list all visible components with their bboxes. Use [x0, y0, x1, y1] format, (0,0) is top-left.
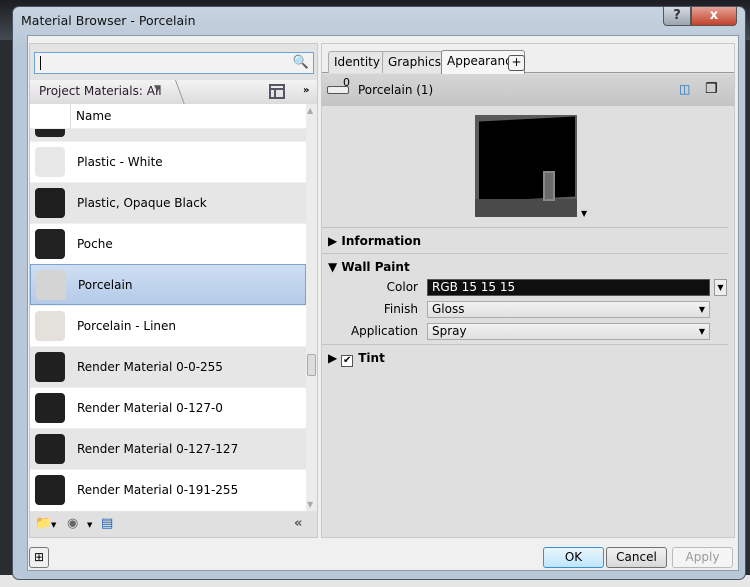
finish-value: Gloss [432, 302, 465, 316]
scroll-down-icon[interactable]: ▼ [307, 500, 313, 509]
chevron-down-icon[interactable]: ▼ [154, 84, 161, 94]
application-label: Application [350, 324, 418, 338]
breadcrumb-separator [164, 80, 185, 104]
divider [322, 227, 728, 228]
list-item[interactable]: Render Material 0-191-255 [30, 469, 306, 510]
material-swatch [35, 393, 65, 423]
section-tint[interactable]: ▶ ✔ Tint [328, 351, 385, 367]
application-select[interactable]: Spray ▼ [427, 323, 710, 340]
asset-name: Porcelain (1) [358, 83, 434, 97]
chevron-down-icon: ▼ [698, 305, 705, 314]
list-item[interactable]: Poche [30, 223, 306, 264]
list-item[interactable]: Plastic, Opaque Black [30, 182, 306, 223]
color-dropdown-button[interactable]: ▼ [714, 279, 727, 296]
replace-asset-icon[interactable]: ◫ [679, 82, 690, 96]
scroll-thumb[interactable] [307, 354, 316, 376]
chevron-down-icon: ▼ [698, 327, 705, 336]
view-options-icon[interactable] [269, 84, 285, 99]
preview-wall [479, 116, 575, 202]
material-name: Poche [77, 237, 113, 251]
material-name: Porcelain - Linen [77, 319, 176, 333]
section-wall-paint[interactable]: ▼ Wall Paint [328, 260, 410, 274]
material-swatch [35, 475, 65, 505]
list-item[interactable]: Plastic - White [30, 141, 306, 182]
list-item[interactable]: Render Material 0-0-255 [30, 346, 306, 387]
library-breadcrumb: Project Materials: All ▼ » [30, 80, 317, 104]
duplicate-asset-icon[interactable]: ❐ [705, 81, 718, 97]
material-name: Plastic, Opaque Black [77, 196, 207, 210]
text-caret [40, 56, 41, 70]
library-folder-icon[interactable]: 📁 [35, 516, 51, 531]
materials-list: Name Plastic - White Plastic, Opaque Blac… [30, 104, 306, 511]
finish-select[interactable]: Gloss ▼ [427, 301, 710, 318]
color-label: Color [386, 280, 418, 294]
asset-header: 0 Porcelain (1) ◫ ❐ [322, 74, 734, 106]
material-swatch [35, 352, 65, 382]
material-swatch [35, 129, 65, 137]
divider [322, 344, 728, 345]
column-header-name[interactable]: Name [30, 104, 306, 129]
list-item[interactable]: Render Material 0-127-127 [30, 428, 306, 469]
search-input[interactable]: 🔍 [34, 52, 314, 74]
help-button[interactable]: ? [663, 7, 691, 26]
add-tab-button[interactable]: + [508, 55, 525, 71]
search-icon[interactable]: 🔍 [293, 55, 309, 70]
list-item-partial[interactable] [30, 129, 306, 141]
material-swatch [35, 311, 65, 341]
expand-more-icon[interactable]: » [303, 85, 309, 96]
browser-toolbar: 📁 ▼ ◉ ▼ ▤ « [30, 512, 317, 537]
preview-options-icon[interactable]: ▼ [581, 209, 587, 218]
section-label: Wall Paint [341, 260, 410, 274]
dialog-client: 🔍 Project Materials: All ▼ » Name Plasti… [27, 35, 739, 571]
create-material-icon[interactable]: ◉ [67, 516, 78, 531]
close-button[interactable]: x [691, 7, 737, 26]
material-swatch [35, 147, 65, 177]
section-label: Information [341, 234, 422, 248]
chevron-down-icon[interactable]: ▼ [87, 521, 92, 529]
list-scrollbar[interactable]: ▲ ▼ [306, 104, 317, 511]
material-swatch [35, 188, 65, 218]
tint-checkbox[interactable]: ✔ [341, 355, 354, 367]
list-item[interactable]: Render Material 0-127-0 [30, 387, 306, 428]
window-title: Material Browser - Porcelain [21, 13, 196, 28]
material-settings-icon[interactable]: ⊞ [29, 547, 49, 568]
material-preview[interactable] [475, 115, 577, 217]
section-information[interactable]: ▶ Information [328, 234, 421, 248]
cancel-button[interactable]: Cancel [606, 547, 667, 568]
material-browser-window: Material Browser - Porcelain ? x 🔍 Proje… [12, 6, 746, 580]
list-item[interactable]: Porcelain [30, 264, 306, 305]
asset-usage-count: 0 [343, 76, 350, 89]
material-swatch [35, 434, 65, 464]
ok-button[interactable]: OK [543, 547, 604, 568]
library-filter-dropdown[interactable]: Project Materials: All [39, 84, 162, 98]
column-header-label: Name [76, 109, 112, 123]
material-browser-panel: 🔍 Project Materials: All ▼ » Name Plasti… [29, 43, 318, 538]
material-name: Render Material 0-127-127 [77, 442, 239, 456]
scroll-up-icon[interactable]: ▲ [307, 106, 313, 115]
divider [322, 253, 728, 254]
preview-floor [475, 199, 577, 217]
material-name: Render Material 0-0-255 [77, 360, 223, 374]
application-value: Spray [432, 324, 467, 338]
apply-button[interactable]: Apply [672, 547, 733, 568]
preview-chair [543, 171, 555, 201]
tab-graphics[interactable]: Graphics [382, 51, 447, 73]
finish-label: Finish [383, 302, 418, 316]
section-label: Tint [358, 351, 385, 365]
asset-browser-icon[interactable]: ▤ [101, 516, 113, 531]
material-name: Plastic - White [77, 155, 163, 169]
material-swatch [36, 270, 66, 300]
material-name: Render Material 0-191-255 [77, 483, 239, 497]
material-swatch [35, 229, 65, 259]
tab-identity[interactable]: Identity [328, 51, 386, 73]
color-field[interactable]: RGB 15 15 15 [427, 279, 710, 296]
collapse-panel-icon[interactable]: « [294, 516, 302, 531]
material-name: Porcelain [78, 278, 133, 292]
editor-tabs: Identity Graphics Appearance + [322, 44, 734, 74]
list-item[interactable]: Porcelain - Linen [30, 305, 306, 346]
material-editor-panel: Identity Graphics Appearance + 0 Porcela… [321, 43, 735, 538]
material-name: Render Material 0-127-0 [77, 401, 223, 415]
chevron-down-icon[interactable]: ▼ [51, 521, 56, 529]
